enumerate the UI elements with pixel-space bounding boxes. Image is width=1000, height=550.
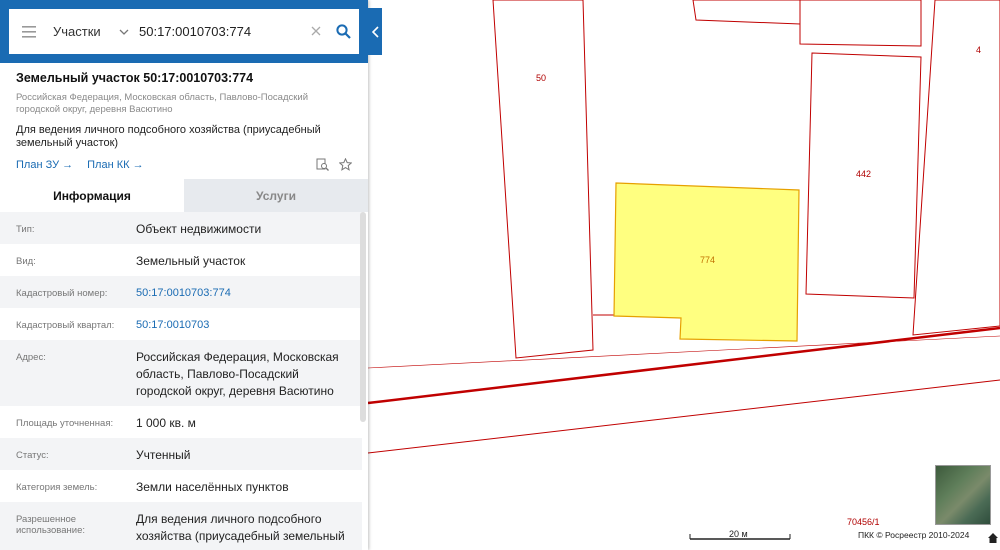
clear-icon[interactable] <box>305 23 327 41</box>
info-value: Российская Федерация, Московская область… <box>136 350 339 398</box>
info-row-kind: Вид: Земельный участок <box>0 244 362 276</box>
object-use: Для ведения личного подсобного хозяйства… <box>16 124 321 149</box>
info-key: Статус: <box>16 450 49 461</box>
copyright-text: ПКК © Росреестр 2010-2024 <box>858 530 970 540</box>
label-parcel-774: 774 <box>700 255 715 265</box>
info-row-land-category: Категория земель: Земли населённых пункт… <box>0 470 362 502</box>
info-value: Для ведения личного подсобного хозяйства… <box>136 512 345 543</box>
home-icon[interactable] <box>988 530 998 548</box>
chevron-left-icon <box>371 25 379 38</box>
info-row-permitted-use: Разрешенное использование: Для ведения л… <box>0 502 362 550</box>
parcel-4[interactable] <box>912 0 1000 336</box>
star-icon[interactable] <box>339 158 352 171</box>
document-search-icon[interactable] <box>316 158 329 171</box>
info-row-type: Тип: Объект недвижимости <box>0 212 362 244</box>
search-button[interactable] <box>327 24 359 39</box>
info-row-status: Статус: Учтенный <box>0 438 362 470</box>
tab-information[interactable]: Информация <box>0 179 184 212</box>
scale-label: 20 м <box>729 529 748 539</box>
info-key: Категория земель: <box>16 482 98 493</box>
satellite-layer-thumbnail[interactable] <box>935 465 991 525</box>
object-actions <box>316 158 352 171</box>
search-icon <box>335 24 351 39</box>
plan-links: План ЗУ → План КК → <box>16 158 352 171</box>
info-value: Земельный участок <box>136 254 246 268</box>
search-bar: Участки 50:17:0010703:774 <box>0 0 368 63</box>
info-key: Площадь уточненная: <box>16 418 114 429</box>
info-value: Объект недвижимости <box>136 222 262 236</box>
info-key: Кадастровый квартал: <box>16 320 115 331</box>
info-value: 1 000 кв. м <box>136 416 196 430</box>
info-key: Вид: <box>16 256 36 267</box>
plan-zu-link[interactable]: План ЗУ → <box>16 159 73 171</box>
menu-icon[interactable] <box>9 9 49 54</box>
cadastral-quarter-link[interactable]: 50:17:0010703 <box>136 308 362 340</box>
tab-services[interactable]: Услуги <box>184 179 368 212</box>
collapse-panel-button[interactable] <box>368 8 382 55</box>
label-parcel-50: 50 <box>536 73 546 83</box>
info-value: Земли населённых пунктов <box>136 480 289 494</box>
parcel-top-right[interactable] <box>799 0 922 47</box>
info-key: Кадастровый номер: <box>16 288 108 299</box>
road-lines <box>367 326 1000 454</box>
label-parcel-442: 442 <box>856 169 871 179</box>
scale-bar: 20 м <box>689 528 791 540</box>
parcel-top-middle[interactable] <box>692 0 801 25</box>
tabs: Информация Услуги <box>0 179 368 212</box>
object-address: Российская Федерация, Московская область… <box>16 92 309 115</box>
search-box: Участки 50:17:0010703:774 <box>9 9 359 54</box>
cadastral-number-link[interactable]: 50:17:0010703:774 <box>136 276 362 308</box>
label-parcel-4: 4 <box>976 45 981 55</box>
info-row-area: Площадь уточненная: 1 000 кв. м <box>0 406 362 438</box>
info-value: Учтенный <box>136 448 191 462</box>
search-category[interactable]: Участки <box>53 24 119 39</box>
info-row-cadastral-number: Кадастровый номер: 50:17:0010703:774 <box>0 276 362 308</box>
info-table: Тип: Объект недвижимости Вид: Земельный … <box>0 212 362 550</box>
parcel-50[interactable] <box>492 0 594 359</box>
info-panel: Участки 50:17:0010703:774 Земельный учас… <box>0 0 368 550</box>
scrollbar[interactable] <box>360 212 366 422</box>
info-key: Разрешенное использование: <box>16 514 86 536</box>
object-title: Земельный участок 50:17:0010703:774 <box>16 71 254 85</box>
chevron-down-icon[interactable] <box>119 26 133 38</box>
plan-kk-link[interactable]: План КК → <box>87 159 143 171</box>
label-parcel-70456: 70456/1 <box>847 517 880 527</box>
object-summary: Земельный участок 50:17:0010703:774 Росс… <box>0 63 368 171</box>
search-input[interactable]: 50:17:0010703:774 <box>139 24 305 39</box>
info-key: Тип: <box>16 224 35 235</box>
info-row-address: Адрес: Российская Федерация, Московская … <box>0 340 362 406</box>
info-key: Адрес: <box>16 352 46 363</box>
info-row-cadastral-quarter: Кадастровый квартал: 50:17:0010703 <box>0 308 362 340</box>
